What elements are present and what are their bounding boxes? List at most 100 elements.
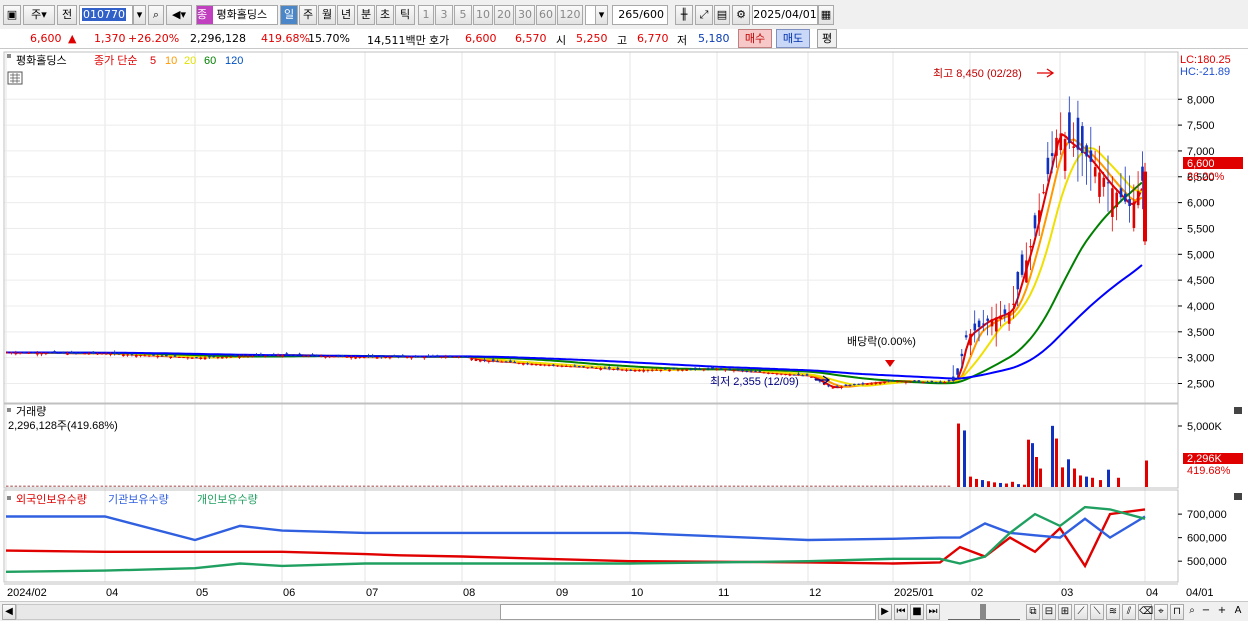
code-dropdown-icon[interactable]: ▾ [133,5,146,25]
candle-body [552,364,555,366]
candle-body [1033,215,1037,229]
volume-bar [957,423,960,487]
preset-1-button[interactable]: 1 [418,5,434,25]
volume-close-icon[interactable] [1234,407,1242,414]
save-icon[interactable]: ▤ [714,5,730,25]
volume-bar-small [904,485,908,487]
market-type-select[interactable]: 주▾ [23,5,55,25]
preset-120-button[interactable]: 120 [557,5,583,25]
draw-tool-icon[interactable]: ⤢ [695,5,713,25]
period-minute-tab[interactable]: 분 [357,5,375,25]
candle-body [930,380,934,383]
scroll-thumb[interactable] [500,604,876,620]
candle-body [242,356,246,358]
preset-60-button[interactable]: 60 [536,5,556,25]
magnet-icon[interactable]: ⊓ [1170,604,1184,620]
period-second-tab[interactable]: 초 [376,5,394,25]
period-month-tab[interactable]: 월 [318,5,336,25]
split-view-icon[interactable]: ⧉ [1026,604,1040,620]
calendar-icon[interactable]: ▦ [818,5,834,25]
volume-bar-small [440,485,443,487]
x-axis-label: 2025/01 [894,587,934,599]
speaker-icon[interactable]: ◀▾ [166,5,192,25]
search-zoom-icon[interactable]: ⌕ [1186,604,1198,620]
eval-button[interactable]: 평 [817,29,837,48]
candle-body [526,363,529,365]
zoom-in-icon[interactable]: + [1216,604,1228,620]
volume-bar-small [113,485,116,487]
buy-button[interactable]: 매수 [738,29,772,48]
compare-icon[interactable]: ⊟ [1042,604,1056,620]
candle-body [917,380,921,382]
holding-close-icon[interactable] [1234,493,1242,500]
scroll-left-icon[interactable]: ◀ [2,604,16,620]
candle-body [1119,188,1123,198]
channel-tool-icon[interactable]: ⫽ [1122,604,1136,620]
volume-bar-small [775,485,779,487]
quote-bar: 6,600 ▲ 1,370 +26.20% 2,296,128 419.68% … [0,29,1248,49]
zoom-out-icon[interactable]: − [1200,604,1212,620]
candle-body [169,356,172,359]
line-tool-icon[interactable]: ⟋ [1074,604,1088,620]
candle-body [547,364,551,366]
scroll-right-icon[interactable]: ▶ [878,604,892,620]
volume-bar [969,476,972,487]
forward-icon[interactable]: ⏭ [926,604,940,620]
candle-body [10,352,13,354]
candle-body [603,367,607,369]
preset-30-button[interactable]: 30 [515,5,535,25]
fib-tool-icon[interactable]: ≋ [1106,604,1120,620]
stop-icon[interactable]: ■ [910,604,924,620]
period-tick-tab[interactable]: 틱 [395,5,415,25]
volume-bar [1011,481,1014,487]
period-week-tab[interactable]: 주 [299,5,317,25]
volume-bar-small [49,485,52,487]
volume-bar-small [556,485,559,487]
date-input[interactable]: 2025/04/01 [752,5,818,25]
candle-body [651,369,654,371]
candle-body [427,355,430,357]
rewind-icon[interactable]: ⏮ [894,604,908,620]
volume-bar-small [186,485,190,487]
trend-tool-icon[interactable]: ⟍ [1090,604,1104,620]
period-year-tab[interactable]: 년 [337,5,355,25]
tile-icon[interactable]: ⊞ [1058,604,1072,620]
stock-chart[interactable]: 평화홀딩스 종가 단순 5 10 20 60 120 LC:180.25 HC:… [0,50,1248,601]
zoom-slider-handle[interactable] [980,604,986,620]
window-menu-icon[interactable]: ▣ [3,5,21,25]
volume-bar-small [663,485,667,487]
candle-body [165,355,168,357]
market-type-label: 주 [31,8,42,21]
candle-body [599,368,602,370]
search-icon[interactable]: ⌕ [148,5,164,25]
candle-settings-icon[interactable]: ╫ [675,5,693,25]
volume-bar-small [818,485,822,487]
x-axis-label: 10 [631,587,643,599]
volume-bar-small [530,485,534,487]
volume-bar-small [565,485,568,487]
preset-3-button[interactable]: 3 [435,5,453,25]
font-size-icon[interactable]: A [1232,604,1244,620]
x-axis-label: 08 [463,587,475,599]
preset-20-button[interactable]: 20 [494,5,514,25]
stock-code-input[interactable]: 010770 [79,5,133,25]
preset-10-button[interactable]: 10 [473,5,493,25]
stock-name-field[interactable]: 종 평화홀딩스 [196,5,278,25]
sell-button[interactable]: 매도 [776,29,810,48]
prefix-button[interactable]: 전 [57,5,77,25]
candle-body [147,355,151,357]
crosshair-icon[interactable]: ⌖ [1154,604,1168,620]
price-tick-label: 3,000 [1187,353,1215,365]
candle-body [255,354,258,356]
bar-count-field[interactable]: 265/600 [612,5,668,25]
volume-bar-small [190,485,194,487]
interval-dropdown-icon[interactable]: ▾ [595,5,608,25]
gear-icon[interactable]: ⚙ [732,5,750,25]
candle-body [440,356,443,358]
period-day-tab[interactable]: 일 [280,5,298,25]
eraser-icon[interactable]: ⌫ [1138,604,1153,620]
preset-5-button[interactable]: 5 [454,5,472,25]
candle-body [61,352,65,354]
dividend-annotation: 배당락(0.00%) [847,335,916,348]
candle-body [23,352,26,354]
